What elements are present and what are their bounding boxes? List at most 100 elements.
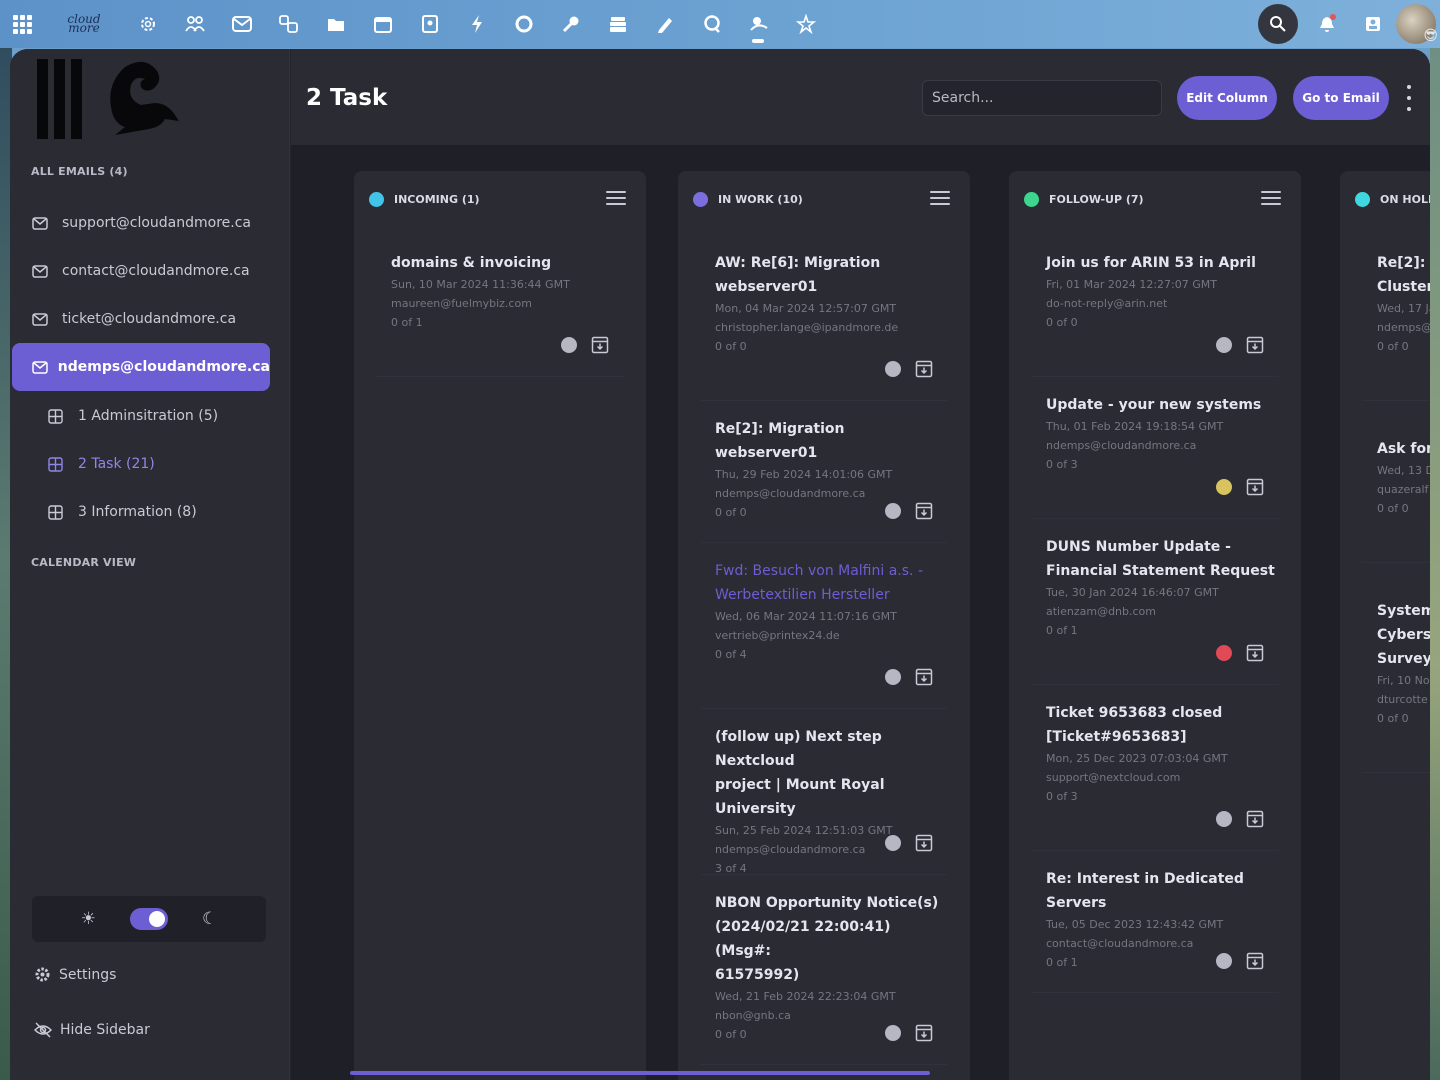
status-dot[interactable] <box>1216 337 1232 353</box>
card-actions <box>885 1024 933 1042</box>
passwords-icon[interactable] <box>547 0 594 48</box>
tasks-icon[interactable] <box>735 0 782 48</box>
archive-icon[interactable] <box>1246 644 1264 662</box>
account-support[interactable]: support@cloudandmore.ca <box>12 199 270 247</box>
archive-icon[interactable] <box>915 1024 933 1042</box>
column-header: IN WORK (10) <box>678 171 970 227</box>
status-dot[interactable] <box>1216 811 1232 827</box>
search-input[interactable] <box>922 80 1162 116</box>
email-card[interactable]: Ask for a Wed, 13 D quazeralf 0 of 0 <box>1362 437 1430 563</box>
account-contact[interactable]: contact@cloudandmore.ca <box>12 247 270 295</box>
email-card[interactable]: Update - your new systems Thu, 01 Feb 202… <box>1031 393 1279 519</box>
archive-icon[interactable] <box>1246 810 1264 828</box>
talk-icon[interactable] <box>688 0 735 48</box>
edit-column-button[interactable]: Edit Column <box>1177 76 1277 120</box>
notifications-button[interactable] <box>1304 0 1350 48</box>
status-dot[interactable] <box>1216 645 1232 661</box>
toggle-knob <box>149 911 165 927</box>
email-card[interactable]: (follow up) Next step Nextcloud project |… <box>700 725 948 878</box>
column-header: INCOMING (1) <box>354 171 646 227</box>
email-card[interactable]: Join us for ARIN 53 in April Fri, 01 Mar … <box>1031 251 1279 377</box>
status-dot[interactable] <box>1216 479 1232 495</box>
activity-icon[interactable] <box>265 0 312 48</box>
account-ndemps[interactable]: ndemps@cloudandmore.ca <box>12 343 270 391</box>
search-icon <box>1270 16 1286 32</box>
archive-icon[interactable] <box>1246 478 1264 496</box>
board-task[interactable]: 2 Task (21) <box>12 440 270 488</box>
status-dot[interactable] <box>885 669 901 685</box>
status-dot[interactable] <box>885 503 901 519</box>
status-dot[interactable] <box>885 835 901 851</box>
card-sender: christopher.lange@ipandmore.de <box>715 321 899 334</box>
archive-icon[interactable] <box>915 360 933 378</box>
settings-icon[interactable] <box>124 0 171 48</box>
contacts-icon[interactable] <box>171 0 218 48</box>
account-ticket[interactable]: ticket@cloudandmore.ca <box>12 295 270 343</box>
calendar-view-heading[interactable]: CALENDAR VIEW <box>31 556 136 569</box>
email-card[interactable]: System Cybers Surveys Fri, 10 Nov dturcotte 0… <box>1362 599 1430 773</box>
status-dot[interactable] <box>1216 953 1232 969</box>
archive-icon[interactable] <box>915 502 933 520</box>
status-dot[interactable] <box>885 361 901 377</box>
settings-link[interactable]: Settings <box>34 966 116 983</box>
email-card[interactable]: NBON Opportunity Notice(s) (2024/02/21 22… <box>700 891 948 1065</box>
horizontal-scrollbar[interactable] <box>350 1071 930 1075</box>
email-card[interactable]: Re[2]: V Cluster Wed, 17 Ja ndemps@ 0 of 0 <box>1362 251 1430 401</box>
brand-logo[interactable]: cloud more <box>44 0 124 48</box>
email-card[interactable]: Re[2]: Migration webserver01 Thu, 29 Feb … <box>700 417 948 543</box>
column-menu-icon[interactable] <box>930 191 950 207</box>
card-subject: AW: Re[6]: Migration <box>715 255 881 271</box>
board-information[interactable]: 3 Information (8) <box>12 488 270 536</box>
more-options-icon[interactable] <box>1405 85 1413 111</box>
column-menu-icon[interactable] <box>606 191 626 207</box>
hide-sidebar-link[interactable]: Hide Sidebar <box>34 1022 150 1038</box>
card-divider <box>700 1064 948 1065</box>
card-divider <box>1031 684 1279 685</box>
archive-icon[interactable] <box>1246 336 1264 354</box>
board-administration[interactable]: 1 Adminsitration (5) <box>12 392 270 440</box>
email-card[interactable]: Ticket 9653683 closed [Ticket#9653683] Mon… <box>1031 701 1279 851</box>
archive-icon[interactable] <box>915 834 933 852</box>
column-color-dot <box>1355 191 1370 207</box>
flash-icon[interactable] <box>453 0 500 48</box>
photos-icon[interactable] <box>406 0 453 48</box>
mail-icon[interactable] <box>218 0 265 48</box>
spreed-icon[interactable] <box>782 0 829 48</box>
status-dot[interactable] <box>885 1025 901 1041</box>
card-subject: Re[2]: V <box>1377 255 1430 271</box>
user-avatar[interactable]: 😎 <box>1396 4 1438 44</box>
card-subject: [Ticket#9653683] <box>1046 729 1187 745</box>
files-icon[interactable] <box>312 0 359 48</box>
contacts-menu-button[interactable] <box>1350 0 1396 48</box>
board-label: 1 Adminsitration (5) <box>78 408 219 424</box>
archive-icon[interactable] <box>1246 952 1264 970</box>
card-progress: 0 of 1 <box>1046 624 1078 637</box>
sun-icon[interactable]: ☀ <box>81 909 96 929</box>
card-divider <box>1031 992 1279 993</box>
card-progress: 0 of 0 <box>1046 316 1078 329</box>
card-date: Thu, 01 Feb 2024 19:18:54 GMT <box>1046 420 1224 433</box>
card-divider <box>700 708 948 709</box>
deck-icon[interactable] <box>594 0 641 48</box>
archive-icon[interactable] <box>915 668 933 686</box>
email-card[interactable]: DUNS Number Update - Financial Statement … <box>1031 535 1279 685</box>
unified-search-button[interactable] <box>1258 4 1298 44</box>
archive-icon[interactable] <box>591 336 609 354</box>
email-card[interactable]: AW: Re[6]: Migration webserver01 Mon, 04 M… <box>700 251 948 401</box>
board-icon <box>48 408 78 424</box>
email-card[interactable]: Fwd: Besuch von Malfini a.s. - Werbetexti… <box>700 559 948 709</box>
calendar-icon[interactable] <box>359 0 406 48</box>
email-card[interactable]: domains & invoicing Sun, 10 Mar 2024 11:3… <box>376 251 624 377</box>
account-label: ndemps@cloudandmore.ca <box>57 359 270 375</box>
moon-icon[interactable]: ☾ <box>202 909 217 929</box>
circles-icon[interactable] <box>500 0 547 48</box>
notes-icon[interactable] <box>641 0 688 48</box>
go-to-email-button[interactable]: Go to Email <box>1293 76 1389 120</box>
status-dot[interactable] <box>561 337 577 353</box>
column-menu-icon[interactable] <box>1261 191 1281 207</box>
apps-grid-icon[interactable] <box>0 0 44 48</box>
dark-mode-toggle[interactable] <box>130 908 168 930</box>
card-date: Mon, 04 Mar 2024 12:57:07 GMT <box>715 302 897 315</box>
card-divider <box>700 400 948 401</box>
email-card[interactable]: Re: Interest in Dedicated Servers Tue, 05… <box>1031 867 1279 993</box>
